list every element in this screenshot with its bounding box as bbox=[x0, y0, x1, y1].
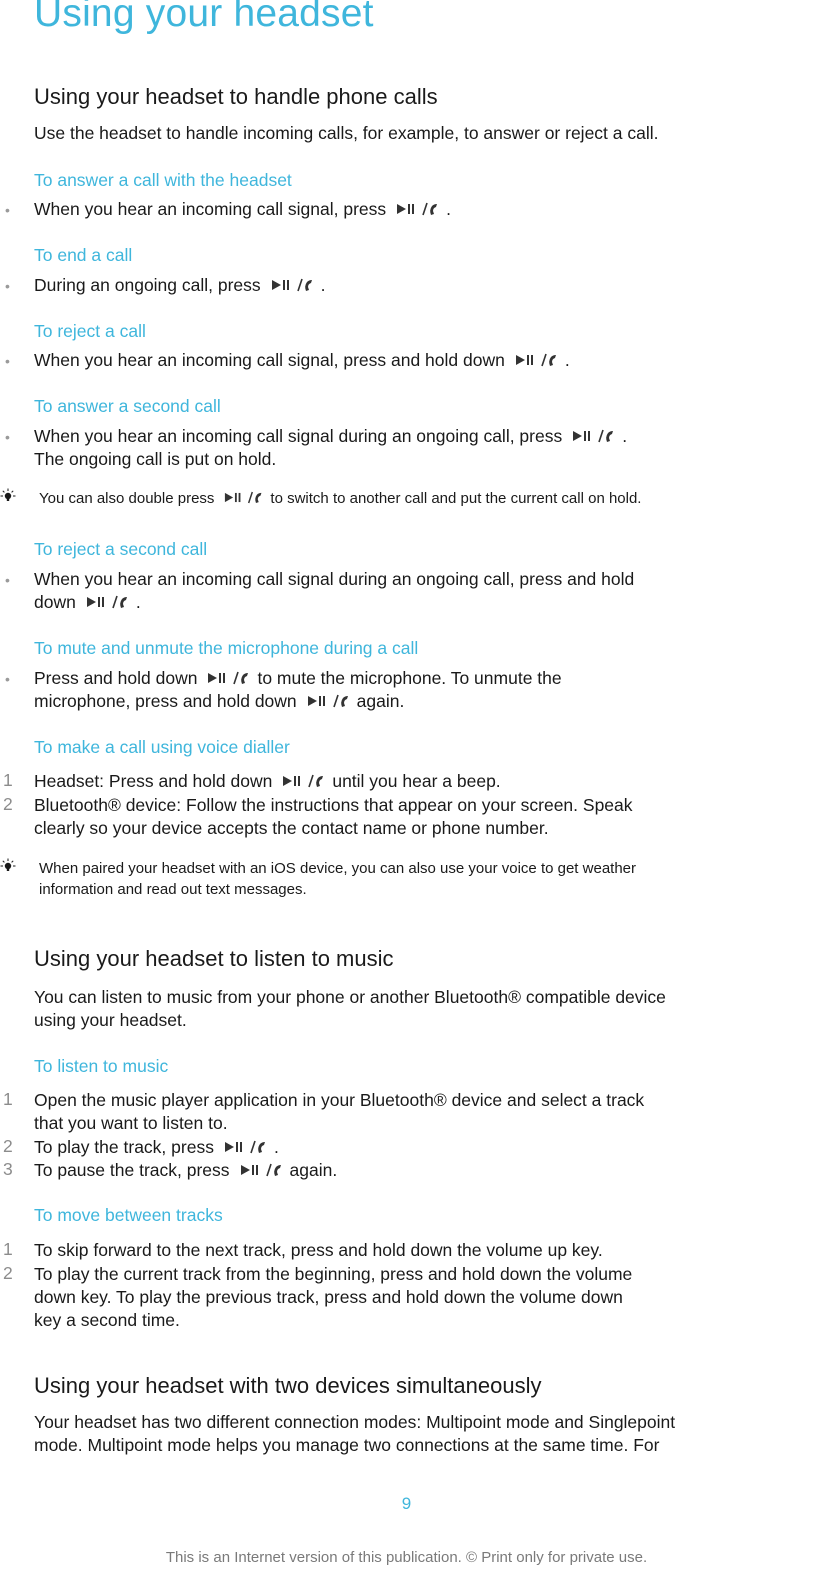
procedure-step: To skip forward to the next track, press… bbox=[34, 1240, 603, 1260]
procedure-title-answer-second-call: To answer a second call bbox=[34, 396, 221, 416]
section-heading-two-devices: Using your headset with two devices simu… bbox=[34, 1373, 542, 1398]
procedure-step: To play the track, press. bbox=[34, 1136, 279, 1159]
section-heading-phone-calls: Using your headset to handle phone calls bbox=[34, 84, 438, 109]
step-text: To play the track, press bbox=[34, 1137, 214, 1157]
step-text: microphone, press and hold down bbox=[34, 691, 297, 711]
step-text: Headset: Press and hold down bbox=[34, 771, 273, 791]
bullet-marker: • bbox=[5, 671, 10, 687]
play-pause-call-key-icon bbox=[207, 670, 253, 686]
tip-note: When paired your headset with an iOS dev… bbox=[39, 858, 636, 900]
step-text: To play the current track from the begin… bbox=[34, 1264, 633, 1284]
step-text: to mute the microphone. To unmute the bbox=[257, 668, 562, 688]
step-text: When you hear an incoming call signal du… bbox=[34, 426, 563, 446]
procedure-title-mute-microphone: To mute and unmute the microphone during… bbox=[34, 638, 419, 658]
step-number: 1 bbox=[3, 770, 13, 790]
procedure-step: When you hear an incoming call signal, p… bbox=[34, 198, 451, 221]
step-text: until you hear a beep. bbox=[332, 771, 501, 791]
step-text: down bbox=[34, 592, 76, 612]
procedure-title-voice-dialler: To make a call using voice dialler bbox=[34, 737, 290, 757]
procedure-step: Headset: Press and hold down until you he… bbox=[34, 770, 501, 793]
play-pause-call-key-icon bbox=[282, 773, 328, 789]
step-text: Bluetooth® device: Follow the instructio… bbox=[34, 795, 633, 815]
procedure-title-move-tracks: To move between tracks bbox=[34, 1205, 223, 1225]
tip-text: information and read out text messages. bbox=[39, 881, 307, 898]
step-number: 1 bbox=[3, 1239, 13, 1259]
play-pause-call-key-icon bbox=[396, 201, 442, 217]
step-number: 1 bbox=[3, 1089, 13, 1109]
play-pause-call-key-icon bbox=[271, 277, 317, 293]
tip-text: to switch to another call and put the cu… bbox=[270, 490, 642, 507]
play-pause-call-key-icon bbox=[572, 428, 618, 444]
bullet-marker: • bbox=[5, 278, 10, 294]
page-number: 9 bbox=[401, 1494, 412, 1513]
step-number: 2 bbox=[3, 1263, 13, 1283]
intro-text: using your headset. bbox=[34, 1010, 187, 1030]
intro-text: Your headset has two different connectio… bbox=[34, 1412, 676, 1432]
step-text: key a second time. bbox=[34, 1310, 180, 1330]
step-number: 2 bbox=[3, 794, 13, 814]
procedure-step: To pause the track, press again. bbox=[34, 1159, 337, 1182]
procedure-step: Press and hold down to mute the microphon… bbox=[34, 667, 562, 713]
procedure-title-answer-call: To answer a call with the headset bbox=[34, 170, 292, 190]
bullet-marker: • bbox=[5, 429, 10, 445]
procedure-title-listen-music: To listen to music bbox=[34, 1056, 169, 1076]
section-intro: Your headset has two different connectio… bbox=[34, 1411, 675, 1457]
procedure-step: When you hear an incoming call signal, p… bbox=[34, 349, 570, 372]
bullet-marker: • bbox=[5, 353, 10, 369]
procedure-title-reject-call: To reject a call bbox=[34, 321, 146, 341]
step-text: To pause the track, press bbox=[34, 1160, 230, 1180]
step-text: . bbox=[446, 199, 452, 219]
step-text: that you want to listen to. bbox=[34, 1113, 228, 1133]
step-text: down key. To play the previous track, pr… bbox=[34, 1287, 623, 1307]
step-text: When you hear an incoming call signal du… bbox=[34, 569, 635, 589]
intro-text: You can listen to music from your phone … bbox=[34, 987, 666, 1007]
play-pause-call-key-icon bbox=[515, 352, 561, 368]
lightbulb-tip-icon bbox=[0, 858, 16, 874]
step-text: . bbox=[564, 350, 570, 370]
step-number: 2 bbox=[3, 1136, 13, 1156]
bullet-marker: • bbox=[5, 572, 10, 588]
lightbulb-tip-icon bbox=[0, 488, 16, 504]
step-number: 3 bbox=[3, 1159, 13, 1179]
tip-text: You can also double press bbox=[39, 490, 215, 507]
section-intro: You can listen to music from your phone … bbox=[34, 986, 666, 1032]
footer-notice: This is an Internet version of this publ… bbox=[165, 1549, 648, 1566]
step-text: clearly so your device accepts the conta… bbox=[34, 818, 549, 838]
procedure-step: During an ongoing call, press. bbox=[34, 274, 326, 297]
step-text: When you hear an incoming call signal, p… bbox=[34, 350, 505, 370]
step-text: . bbox=[273, 1137, 279, 1157]
page-title: Using your headset bbox=[34, 0, 374, 35]
step-text: Press and hold down bbox=[34, 668, 198, 688]
step-text: The ongoing call is put on hold. bbox=[34, 449, 277, 469]
procedure-step: When you hear an incoming call signal du… bbox=[34, 568, 634, 614]
procedure-title-reject-second-call: To reject a second call bbox=[34, 539, 208, 559]
play-pause-call-key-icon bbox=[224, 490, 266, 505]
tip-text: When paired your headset with an iOS dev… bbox=[39, 860, 637, 877]
section-intro: Use the headset to handle incoming calls… bbox=[34, 123, 659, 143]
step-text: . bbox=[622, 426, 628, 446]
step-text: Open the music player application in you… bbox=[34, 1090, 645, 1110]
play-pause-call-key-icon bbox=[240, 1162, 286, 1178]
step-text: again. bbox=[289, 1160, 338, 1180]
play-pause-call-key-icon bbox=[307, 693, 353, 709]
step-text: . bbox=[320, 275, 326, 295]
tip-note: You can also double press to switch to an… bbox=[39, 488, 641, 509]
procedure-step: Bluetooth® device: Follow the instructio… bbox=[34, 794, 633, 840]
procedure-step: When you hear an incoming call signal du… bbox=[34, 425, 627, 471]
play-pause-call-key-icon bbox=[224, 1139, 270, 1155]
step-text: During an ongoing call, press bbox=[34, 275, 261, 295]
intro-text: mode. Multipoint mode helps you manage t… bbox=[34, 1435, 660, 1455]
bullet-marker: • bbox=[5, 202, 10, 218]
step-text: When you hear an incoming call signal, p… bbox=[34, 199, 387, 219]
section-heading-music: Using your headset to listen to music bbox=[34, 946, 394, 971]
step-text: again. bbox=[356, 691, 405, 711]
procedure-step: To play the current track from the begin… bbox=[34, 1263, 632, 1332]
procedure-title-end-call: To end a call bbox=[34, 245, 133, 265]
step-text: . bbox=[135, 592, 141, 612]
play-pause-call-key-icon bbox=[86, 594, 132, 610]
procedure-step: Open the music player application in you… bbox=[34, 1089, 644, 1135]
